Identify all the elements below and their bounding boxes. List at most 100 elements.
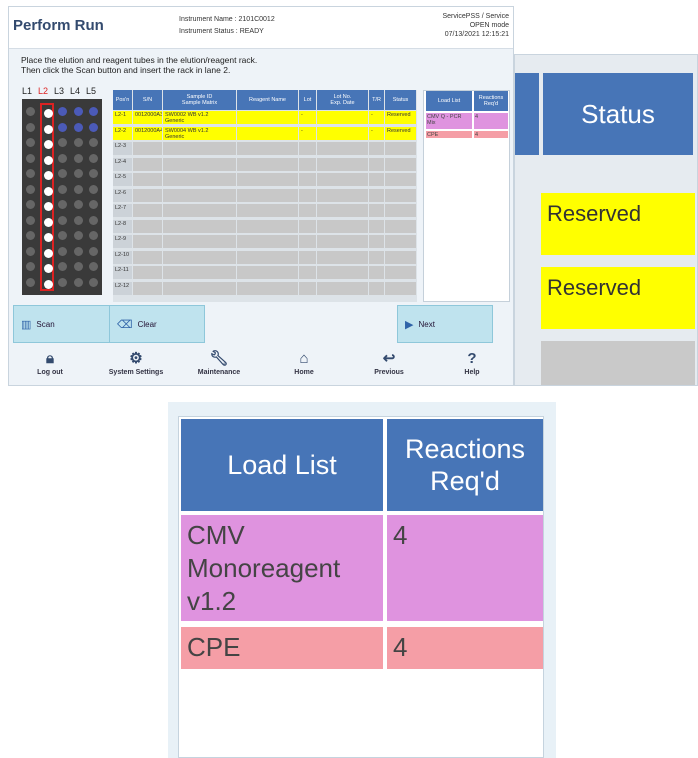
instruction-text: Place the elution and reagent tubes in t… bbox=[21, 55, 257, 75]
table-cell: L2-6 bbox=[113, 188, 133, 202]
gear-icon: ⚙ bbox=[129, 350, 143, 367]
table-cell: - bbox=[369, 126, 385, 140]
instrument-info: Instrument Name : 2101C0012 Instrument S… bbox=[179, 14, 275, 38]
tube-slot bbox=[74, 262, 83, 271]
tube-slot bbox=[74, 246, 83, 256]
table-row[interactable]: L2-5 bbox=[113, 173, 417, 187]
maintenance-button[interactable]: 🔧︎ Maintenance bbox=[184, 349, 254, 376]
rack-lane bbox=[87, 103, 101, 291]
tube-slot bbox=[26, 107, 35, 116]
previous-button[interactable]: ↩ Previous bbox=[354, 349, 424, 376]
table-cell bbox=[317, 111, 369, 124]
zoom-status-empty bbox=[541, 341, 695, 385]
tube-slot bbox=[89, 246, 98, 256]
next-button[interactable]: ▶ Next bbox=[397, 305, 493, 343]
table-cell bbox=[369, 142, 385, 155]
table-cell bbox=[237, 250, 299, 264]
load-list-header: Reactions Req'd bbox=[474, 91, 508, 111]
table-cell: Reserved bbox=[385, 126, 417, 140]
table-cell: 0012000A3 bbox=[133, 111, 163, 124]
table-row[interactable]: L2-12 bbox=[113, 281, 417, 296]
tube-slot bbox=[44, 217, 53, 227]
tube-slot bbox=[89, 262, 98, 271]
tube-slot bbox=[58, 184, 67, 194]
wrench-icon: 🔧︎ bbox=[209, 350, 229, 367]
tube-slot bbox=[74, 169, 83, 178]
table-cell bbox=[163, 204, 237, 217]
tube-slot bbox=[44, 124, 53, 134]
table-row[interactable]: L2-11 bbox=[113, 266, 417, 280]
user-label: ServicePSS / Service bbox=[442, 13, 509, 20]
table-row[interactable]: L2-8 bbox=[113, 219, 417, 234]
table-cell bbox=[385, 250, 417, 264]
load-list-zoom-inset: Load List Reactions Req'd CMV Monoreagen… bbox=[168, 402, 556, 758]
help-button[interactable]: ? Help bbox=[437, 349, 507, 376]
tube-slot bbox=[74, 277, 83, 287]
table-cell bbox=[385, 281, 417, 295]
tube-slot bbox=[89, 169, 98, 178]
table-cell bbox=[369, 266, 385, 279]
tube-slot bbox=[58, 122, 67, 132]
table-cell bbox=[163, 219, 237, 233]
scan-button[interactable]: ▥ Scan bbox=[13, 305, 113, 343]
table-cell: L2-11 bbox=[113, 266, 133, 279]
table-cell bbox=[237, 266, 299, 279]
tube-slot bbox=[26, 138, 35, 147]
table-row[interactable]: L2-10 bbox=[113, 250, 417, 265]
tube-slot bbox=[26, 215, 35, 225]
status-zoom-inset: Status Reserved Reserved bbox=[514, 54, 698, 386]
tube-slot bbox=[26, 231, 35, 240]
table-cell bbox=[299, 281, 317, 295]
help-label: Help bbox=[464, 369, 480, 376]
table-cell: SW0004 WB v1.2 Generic bbox=[163, 126, 237, 140]
system-settings-button[interactable]: ⚙ System Settings bbox=[101, 349, 171, 376]
instruction-line-1: Place the elution and reagent tubes in t… bbox=[21, 55, 258, 65]
table-cell bbox=[317, 219, 369, 233]
table-cell: Reserved bbox=[385, 111, 417, 124]
logout-label: Log out bbox=[37, 369, 63, 376]
table-cell bbox=[385, 204, 417, 217]
home-button[interactable]: ⌂ Home bbox=[269, 349, 339, 376]
table-row[interactable]: L2-1 0012000A3 SW0002 WB v1.2 Generic - - Res… bbox=[113, 111, 417, 125]
tube-slot bbox=[74, 215, 83, 225]
logout-button[interactable]: 🔒︎ Log out bbox=[15, 349, 85, 376]
table-cell bbox=[369, 157, 385, 171]
tube-slot bbox=[89, 215, 98, 225]
zoom-header-left-cell bbox=[515, 73, 539, 155]
zoom-status-value-1: Reserved bbox=[541, 193, 695, 255]
table-row[interactable]: L2-3 bbox=[113, 142, 417, 156]
lock-icon: 🔒︎ bbox=[46, 350, 54, 367]
table-cell bbox=[237, 219, 299, 233]
table-cell bbox=[385, 188, 417, 202]
table-cell bbox=[163, 266, 237, 279]
table-cell bbox=[385, 235, 417, 248]
home-icon: ⌂ bbox=[299, 350, 309, 367]
table-cell bbox=[299, 142, 317, 155]
home-label: Home bbox=[294, 369, 314, 376]
instrument-status: Instrument Status : READY bbox=[179, 28, 264, 35]
table-cell: L2-9 bbox=[113, 235, 133, 248]
table-cell: L2-10 bbox=[113, 250, 133, 264]
table-row[interactable]: L2-4 bbox=[113, 157, 417, 172]
table-row[interactable]: L2-9 bbox=[113, 235, 417, 249]
zoom-reactions-header: Reactions Req'd bbox=[387, 419, 543, 511]
bottom-nav: 🔒︎ Log out ⚙ System Settings 🔧︎ Maintena… bbox=[9, 349, 513, 385]
table-row[interactable]: L2-6 bbox=[113, 188, 417, 203]
zoom-load-item-2-name: CPE bbox=[181, 627, 383, 669]
tube-slot bbox=[26, 277, 35, 287]
tube-slot bbox=[44, 233, 53, 242]
table-cell bbox=[369, 281, 385, 295]
datetime-label: 07/13/2021 12:15:21 bbox=[444, 31, 509, 38]
header-bar: Perform Run Instrument Name : 2101C0012 … bbox=[9, 7, 513, 49]
table-header: Lot bbox=[299, 90, 317, 110]
table-cell: L2-8 bbox=[113, 219, 133, 233]
table-cell bbox=[385, 173, 417, 186]
clear-button[interactable]: ⌫ Clear bbox=[109, 305, 205, 343]
table-row[interactable]: L2-7 bbox=[113, 204, 417, 218]
table-cell bbox=[133, 204, 163, 217]
tube-slot bbox=[26, 246, 35, 256]
load-item-name: CPE bbox=[426, 131, 472, 138]
tube-slot bbox=[89, 184, 98, 194]
table-row[interactable]: L2-2 0012000A4 SW0004 WB v1.2 Generic - - Res… bbox=[113, 126, 417, 141]
tube-slot bbox=[58, 231, 67, 240]
